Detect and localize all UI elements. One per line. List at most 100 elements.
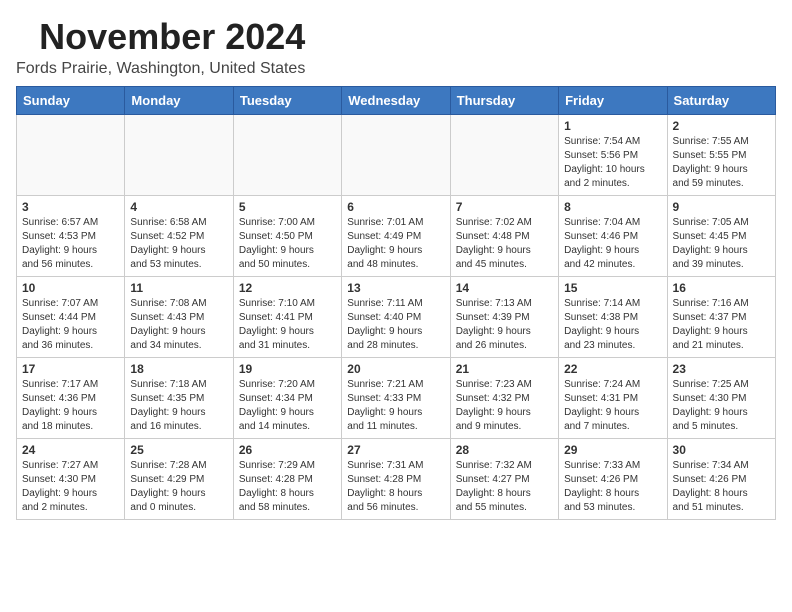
- calendar-cell: 28 Sunrise: 7:32 AM Sunset: 4:27 PM Dayli…: [450, 439, 558, 520]
- day-number: 28: [456, 443, 553, 457]
- calendar-cell: 15 Sunrise: 7:14 AM Sunset: 4:38 PM Dayli…: [559, 277, 667, 358]
- calendar-cell: 2Sunrise: 7:55 AM Sunset: 5:55 PM Daylig…: [667, 115, 775, 196]
- day-info: Sunrise: 7:28 AM Sunset: 4:29 PM Dayligh…: [130, 459, 227, 515]
- calendar-cell: 4 Sunrise: 6:58 AM Sunset: 4:52 PM Daylig…: [125, 196, 233, 277]
- calendar-cell: [233, 115, 341, 196]
- day-info: Sunrise: 6:58 AM Sunset: 4:52 PM Dayligh…: [130, 216, 227, 272]
- day-info: Sunrise: 7:16 AM Sunset: 4:37 PM Dayligh…: [673, 297, 770, 353]
- day-info: Sunrise: 7:02 AM Sunset: 4:48 PM Dayligh…: [456, 216, 553, 272]
- day-number: 10: [22, 281, 119, 295]
- day-info: Sunrise: 7:23 AM Sunset: 4:32 PM Dayligh…: [456, 378, 553, 434]
- calendar-cell: [450, 115, 558, 196]
- day-info: Sunrise: 7:04 AM Sunset: 4:46 PM Dayligh…: [564, 216, 661, 272]
- day-info: Sunrise: 7:20 AM Sunset: 4:34 PM Dayligh…: [239, 378, 336, 434]
- day-number: 18: [130, 362, 227, 376]
- day-info: Sunrise: 7:07 AM Sunset: 4:44 PM Dayligh…: [22, 297, 119, 353]
- day-number: 23: [673, 362, 770, 376]
- calendar-cell: 9 Sunrise: 7:05 AM Sunset: 4:45 PM Daylig…: [667, 196, 775, 277]
- day-info: Sunrise: 7:54 AM Sunset: 5:56 PM Dayligh…: [564, 135, 661, 191]
- day-info: Sunrise: 7:29 AM Sunset: 4:28 PM Dayligh…: [239, 459, 336, 515]
- calendar-cell: 18 Sunrise: 7:18 AM Sunset: 4:35 PM Dayli…: [125, 358, 233, 439]
- calendar-cell: 21 Sunrise: 7:23 AM Sunset: 4:32 PM Dayli…: [450, 358, 558, 439]
- day-info: Sunrise: 7:31 AM Sunset: 4:28 PM Dayligh…: [347, 459, 444, 515]
- day-info: Sunrise: 7:34 AM Sunset: 4:26 PM Dayligh…: [673, 459, 770, 515]
- day-number: 26: [239, 443, 336, 457]
- calendar-header-thursday: Thursday: [450, 87, 558, 115]
- calendar-cell: [17, 115, 125, 196]
- day-info: Sunrise: 7:17 AM Sunset: 4:36 PM Dayligh…: [22, 378, 119, 434]
- calendar-cell: 13 Sunrise: 7:11 AM Sunset: 4:40 PM Dayli…: [342, 277, 450, 358]
- calendar-cell: 25 Sunrise: 7:28 AM Sunset: 4:29 PM Dayli…: [125, 439, 233, 520]
- calendar-cell: 8 Sunrise: 7:04 AM Sunset: 4:46 PM Daylig…: [559, 196, 667, 277]
- calendar-cell: 12 Sunrise: 7:10 AM Sunset: 4:41 PM Dayli…: [233, 277, 341, 358]
- calendar-cell: 19 Sunrise: 7:20 AM Sunset: 4:34 PM Dayli…: [233, 358, 341, 439]
- day-number: 5: [239, 200, 336, 214]
- day-number: 25: [130, 443, 227, 457]
- month-title: November 2024: [16, 16, 305, 58]
- day-info: Sunrise: 7:11 AM Sunset: 4:40 PM Dayligh…: [347, 297, 444, 353]
- day-info: Sunrise: 6:57 AM Sunset: 4:53 PM Dayligh…: [22, 216, 119, 272]
- day-info: Sunrise: 7:18 AM Sunset: 4:35 PM Dayligh…: [130, 378, 227, 434]
- calendar-cell: 22Sunrise: 7:24 AM Sunset: 4:31 PM Dayli…: [559, 358, 667, 439]
- calendar-cell: 6 Sunrise: 7:01 AM Sunset: 4:49 PM Daylig…: [342, 196, 450, 277]
- calendar-cell: 7Sunrise: 7:02 AM Sunset: 4:48 PM Daylig…: [450, 196, 558, 277]
- day-number: 12: [239, 281, 336, 295]
- calendar-week-row: 10 Sunrise: 7:07 AM Sunset: 4:44 PM Dayli…: [17, 277, 776, 358]
- day-number: 20: [347, 362, 444, 376]
- calendar-cell: 10 Sunrise: 7:07 AM Sunset: 4:44 PM Dayli…: [17, 277, 125, 358]
- calendar-cell: 3 Sunrise: 6:57 AM Sunset: 4:53 PM Daylig…: [17, 196, 125, 277]
- calendar-cell: 14 Sunrise: 7:13 AM Sunset: 4:39 PM Dayli…: [450, 277, 558, 358]
- day-info: Sunrise: 7:32 AM Sunset: 4:27 PM Dayligh…: [456, 459, 553, 515]
- day-number: 15: [564, 281, 661, 295]
- day-number: 22: [564, 362, 661, 376]
- calendar-cell: 23Sunrise: 7:25 AM Sunset: 4:30 PM Dayli…: [667, 358, 775, 439]
- day-number: 19: [239, 362, 336, 376]
- calendar-cell: 27 Sunrise: 7:31 AM Sunset: 4:28 PM Dayli…: [342, 439, 450, 520]
- calendar-header-row: SundayMondayTuesdayWednesdayThursdayFrid…: [17, 87, 776, 115]
- day-info: Sunrise: 7:10 AM Sunset: 4:41 PM Dayligh…: [239, 297, 336, 353]
- day-number: 1: [564, 119, 661, 133]
- calendar-week-row: 3 Sunrise: 6:57 AM Sunset: 4:53 PM Daylig…: [17, 196, 776, 277]
- calendar-cell: [342, 115, 450, 196]
- calendar-cell: 24 Sunrise: 7:27 AM Sunset: 4:30 PM Dayli…: [17, 439, 125, 520]
- calendar-header-saturday: Saturday: [667, 87, 775, 115]
- day-number: 27: [347, 443, 444, 457]
- day-number: 6: [347, 200, 444, 214]
- calendar-week-row: 17 Sunrise: 7:17 AM Sunset: 4:36 PM Dayli…: [17, 358, 776, 439]
- day-number: 4: [130, 200, 227, 214]
- calendar-week-row: 1 Sunrise: 7:54 AM Sunset: 5:56 PM Daylig…: [17, 115, 776, 196]
- calendar-cell: 5 Sunrise: 7:00 AM Sunset: 4:50 PM Daylig…: [233, 196, 341, 277]
- day-number: 8: [564, 200, 661, 214]
- day-number: 17: [22, 362, 119, 376]
- day-info: Sunrise: 7:01 AM Sunset: 4:49 PM Dayligh…: [347, 216, 444, 272]
- day-info: Sunrise: 7:05 AM Sunset: 4:45 PM Dayligh…: [673, 216, 770, 272]
- day-number: 24: [22, 443, 119, 457]
- day-number: 30: [673, 443, 770, 457]
- calendar-header-monday: Monday: [125, 87, 233, 115]
- calendar-cell: 20 Sunrise: 7:21 AM Sunset: 4:33 PM Dayli…: [342, 358, 450, 439]
- day-info: Sunrise: 7:27 AM Sunset: 4:30 PM Dayligh…: [22, 459, 119, 515]
- calendar-cell: 29Sunrise: 7:33 AM Sunset: 4:26 PM Dayli…: [559, 439, 667, 520]
- day-info: Sunrise: 7:00 AM Sunset: 4:50 PM Dayligh…: [239, 216, 336, 272]
- day-info: Sunrise: 7:13 AM Sunset: 4:39 PM Dayligh…: [456, 297, 553, 353]
- day-number: 21: [456, 362, 553, 376]
- calendar-header-sunday: Sunday: [17, 87, 125, 115]
- title-area: November 2024 Fords Prairie, Washington,…: [16, 16, 305, 78]
- day-number: 14: [456, 281, 553, 295]
- day-info: Sunrise: 7:08 AM Sunset: 4:43 PM Dayligh…: [130, 297, 227, 353]
- day-info: Sunrise: 7:33 AM Sunset: 4:26 PM Dayligh…: [564, 459, 661, 515]
- day-number: 11: [130, 281, 227, 295]
- day-info: Sunrise: 7:21 AM Sunset: 4:33 PM Dayligh…: [347, 378, 444, 434]
- calendar-cell: 17 Sunrise: 7:17 AM Sunset: 4:36 PM Dayli…: [17, 358, 125, 439]
- day-info: Sunrise: 7:14 AM Sunset: 4:38 PM Dayligh…: [564, 297, 661, 353]
- day-number: 9: [673, 200, 770, 214]
- day-number: 2: [673, 119, 770, 133]
- day-number: 3: [22, 200, 119, 214]
- calendar-table: SundayMondayTuesdayWednesdayThursdayFrid…: [16, 86, 776, 520]
- location-title: Fords Prairie, Washington, United States: [16, 60, 305, 78]
- calendar-cell: 1 Sunrise: 7:54 AM Sunset: 5:56 PM Daylig…: [559, 115, 667, 196]
- day-number: 13: [347, 281, 444, 295]
- calendar-cell: 30 Sunrise: 7:34 AM Sunset: 4:26 PM Dayli…: [667, 439, 775, 520]
- day-number: 16: [673, 281, 770, 295]
- calendar-header-wednesday: Wednesday: [342, 87, 450, 115]
